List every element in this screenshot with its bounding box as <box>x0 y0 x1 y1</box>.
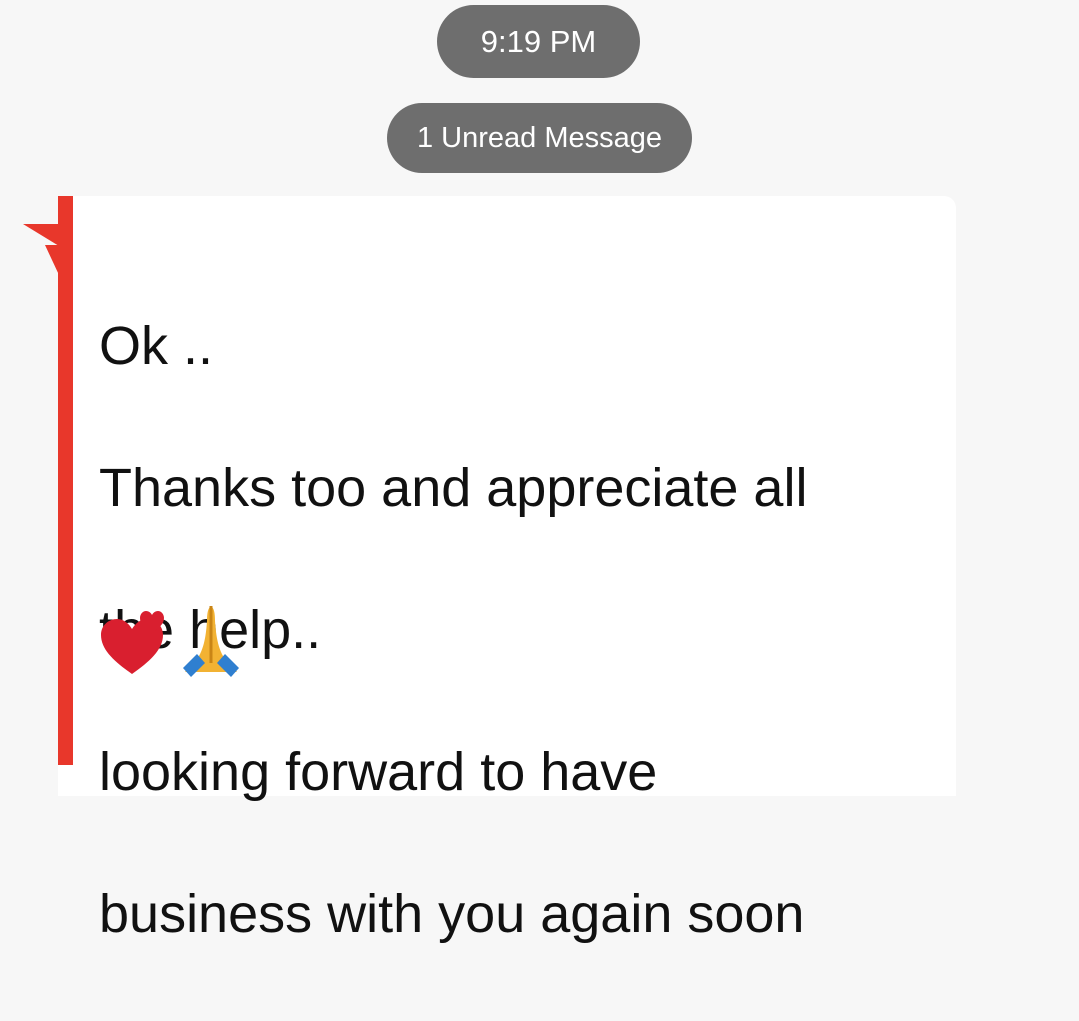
message-line: business with you again soon <box>99 884 805 944</box>
message-line: looking forward to have <box>99 742 658 802</box>
unread-message-label: 1 Unread Message <box>416 121 663 154</box>
highlight-bar <box>58 196 73 765</box>
bubble-tail-lower <box>45 245 59 275</box>
timestamp-label: 9:19 PM <box>480 23 597 59</box>
timestamp-badge: 9:19 PM <box>437 5 640 78</box>
message-line: Thanks too and appreciate all <box>99 458 808 518</box>
two-hearts-icon <box>101 611 164 674</box>
unread-message-badge: 1 Unread Message <box>387 103 692 173</box>
folded-hands-icon <box>183 606 239 677</box>
message-line: Ok .. <box>99 316 214 376</box>
bubble-tail <box>23 224 59 246</box>
emoji-row <box>97 600 247 678</box>
